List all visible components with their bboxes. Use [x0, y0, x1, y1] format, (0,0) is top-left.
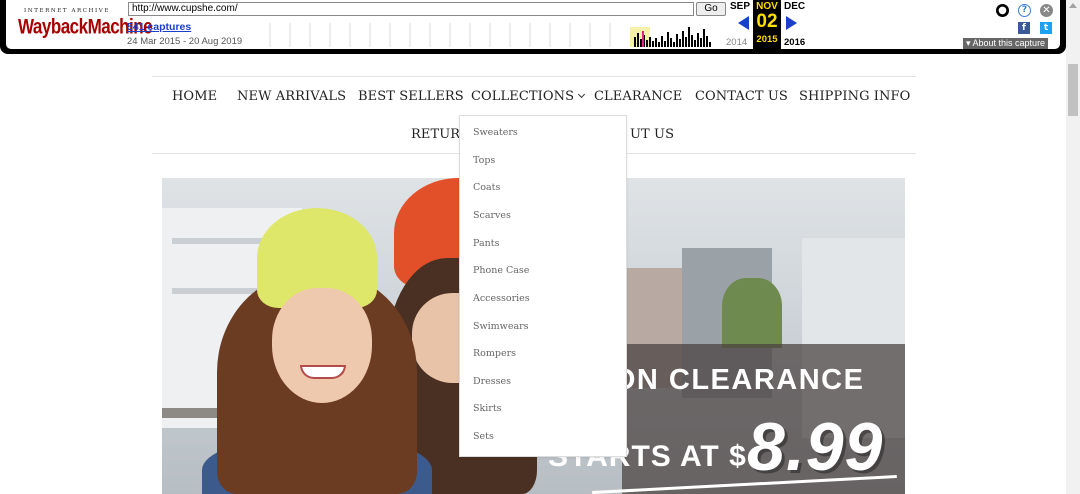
hero-face	[272, 288, 372, 403]
wayback-logo[interactable]: INTERNET ARCHIVE WaybackMachine	[18, 6, 153, 42]
user-icon[interactable]: ●	[996, 4, 1009, 17]
wayback-logo-main: WaybackMachine	[18, 14, 153, 39]
wayback-current-date: NOV 02 2015	[753, 0, 781, 49]
dropdown-item-accessories[interactable]: Accessories	[473, 293, 530, 304]
twitter-icon[interactable]: t	[1040, 22, 1052, 34]
wayback-go-button[interactable]: Go	[696, 2, 726, 16]
dropdown-item-coats[interactable]: Coats	[473, 182, 500, 193]
wayback-captures-link[interactable]: 541 captures	[127, 21, 191, 33]
nav-best-sellers[interactable]: BEST SELLERS	[358, 89, 464, 104]
hero-price: 8.99	[747, 409, 884, 485]
help-icon[interactable]: ?	[1018, 4, 1031, 17]
nav-shipping-info[interactable]: SHIPPING INFO	[799, 89, 910, 104]
nav-contact-us[interactable]: CONTACT US	[695, 89, 788, 104]
nav-clearance[interactable]: CLEARANCE	[594, 89, 682, 104]
wayback-toolbar-panel: INTERNET ARCHIVE WaybackMachine http://w…	[6, 0, 1060, 49]
dropdown-item-pants[interactable]: Pants	[473, 238, 499, 249]
facebook-icon[interactable]: f	[1018, 22, 1030, 34]
dropdown-item-dresses[interactable]: Dresses	[473, 376, 511, 387]
page-scrollbar[interactable]	[1066, 0, 1080, 494]
wayback-next-arrow-icon[interactable]	[786, 16, 797, 30]
scroll-up-icon[interactable]	[1069, 3, 1077, 8]
nav-about-us[interactable]: UT US	[630, 127, 674, 142]
chevron-down-icon	[578, 90, 586, 99]
wayback-current-year: 2015	[756, 34, 778, 45]
nav-divider-top	[152, 76, 916, 77]
about-capture-button[interactable]: ▾ About this capture	[963, 38, 1049, 49]
wayback-next-year[interactable]: 2016	[784, 37, 805, 48]
wayback-prev-month[interactable]: SEP	[730, 1, 750, 12]
wayback-toolbar: INTERNET ARCHIVE WaybackMachine http://w…	[0, 0, 1066, 54]
hero-smile	[300, 365, 346, 379]
close-icon[interactable]: ✕	[1040, 4, 1053, 17]
dropdown-item-phone-case[interactable]: Phone Case	[473, 265, 529, 276]
dropdown-item-tops[interactable]: Tops	[473, 155, 495, 166]
wayback-date-range: 24 Mar 2015 - 20 Aug 2019	[127, 36, 243, 47]
wayback-current-day: 02	[756, 11, 778, 32]
hero-tree	[722, 278, 782, 348]
collections-dropdown: Sweaters Tops Coats Scarves Pants Phone …	[459, 115, 627, 457]
wayback-url-input[interactable]: http://www.cupshe.com/	[128, 2, 694, 16]
dropdown-item-rompers[interactable]: Rompers	[473, 348, 516, 359]
wayback-logo-top: INTERNET ARCHIVE	[24, 8, 110, 14]
dropdown-item-scarves[interactable]: Scarves	[473, 210, 511, 221]
wayback-prev-year[interactable]: 2014	[726, 37, 747, 48]
dropdown-item-swimwears[interactable]: Swimwears	[473, 321, 529, 332]
dropdown-item-sweaters[interactable]: Sweaters	[473, 127, 518, 138]
nav-collections-label: COLLECTIONS	[471, 89, 575, 104]
wayback-capture-sparkline[interactable]	[256, 23, 726, 47]
dropdown-item-skirts[interactable]: Skirts	[473, 403, 502, 414]
nav-collections[interactable]: COLLECTIONS	[471, 89, 586, 104]
hero-headline: SON CLEARANCE	[592, 364, 865, 396]
scroll-thumb[interactable]	[1068, 64, 1078, 116]
wayback-next-month[interactable]: DEC	[784, 1, 805, 12]
wayback-prev-arrow-icon[interactable]	[738, 16, 749, 30]
nav-new-arrivals[interactable]: NEW ARRIVALS	[237, 89, 346, 104]
dropdown-item-sets[interactable]: Sets	[473, 431, 494, 442]
nav-home[interactable]: HOME	[172, 89, 217, 104]
